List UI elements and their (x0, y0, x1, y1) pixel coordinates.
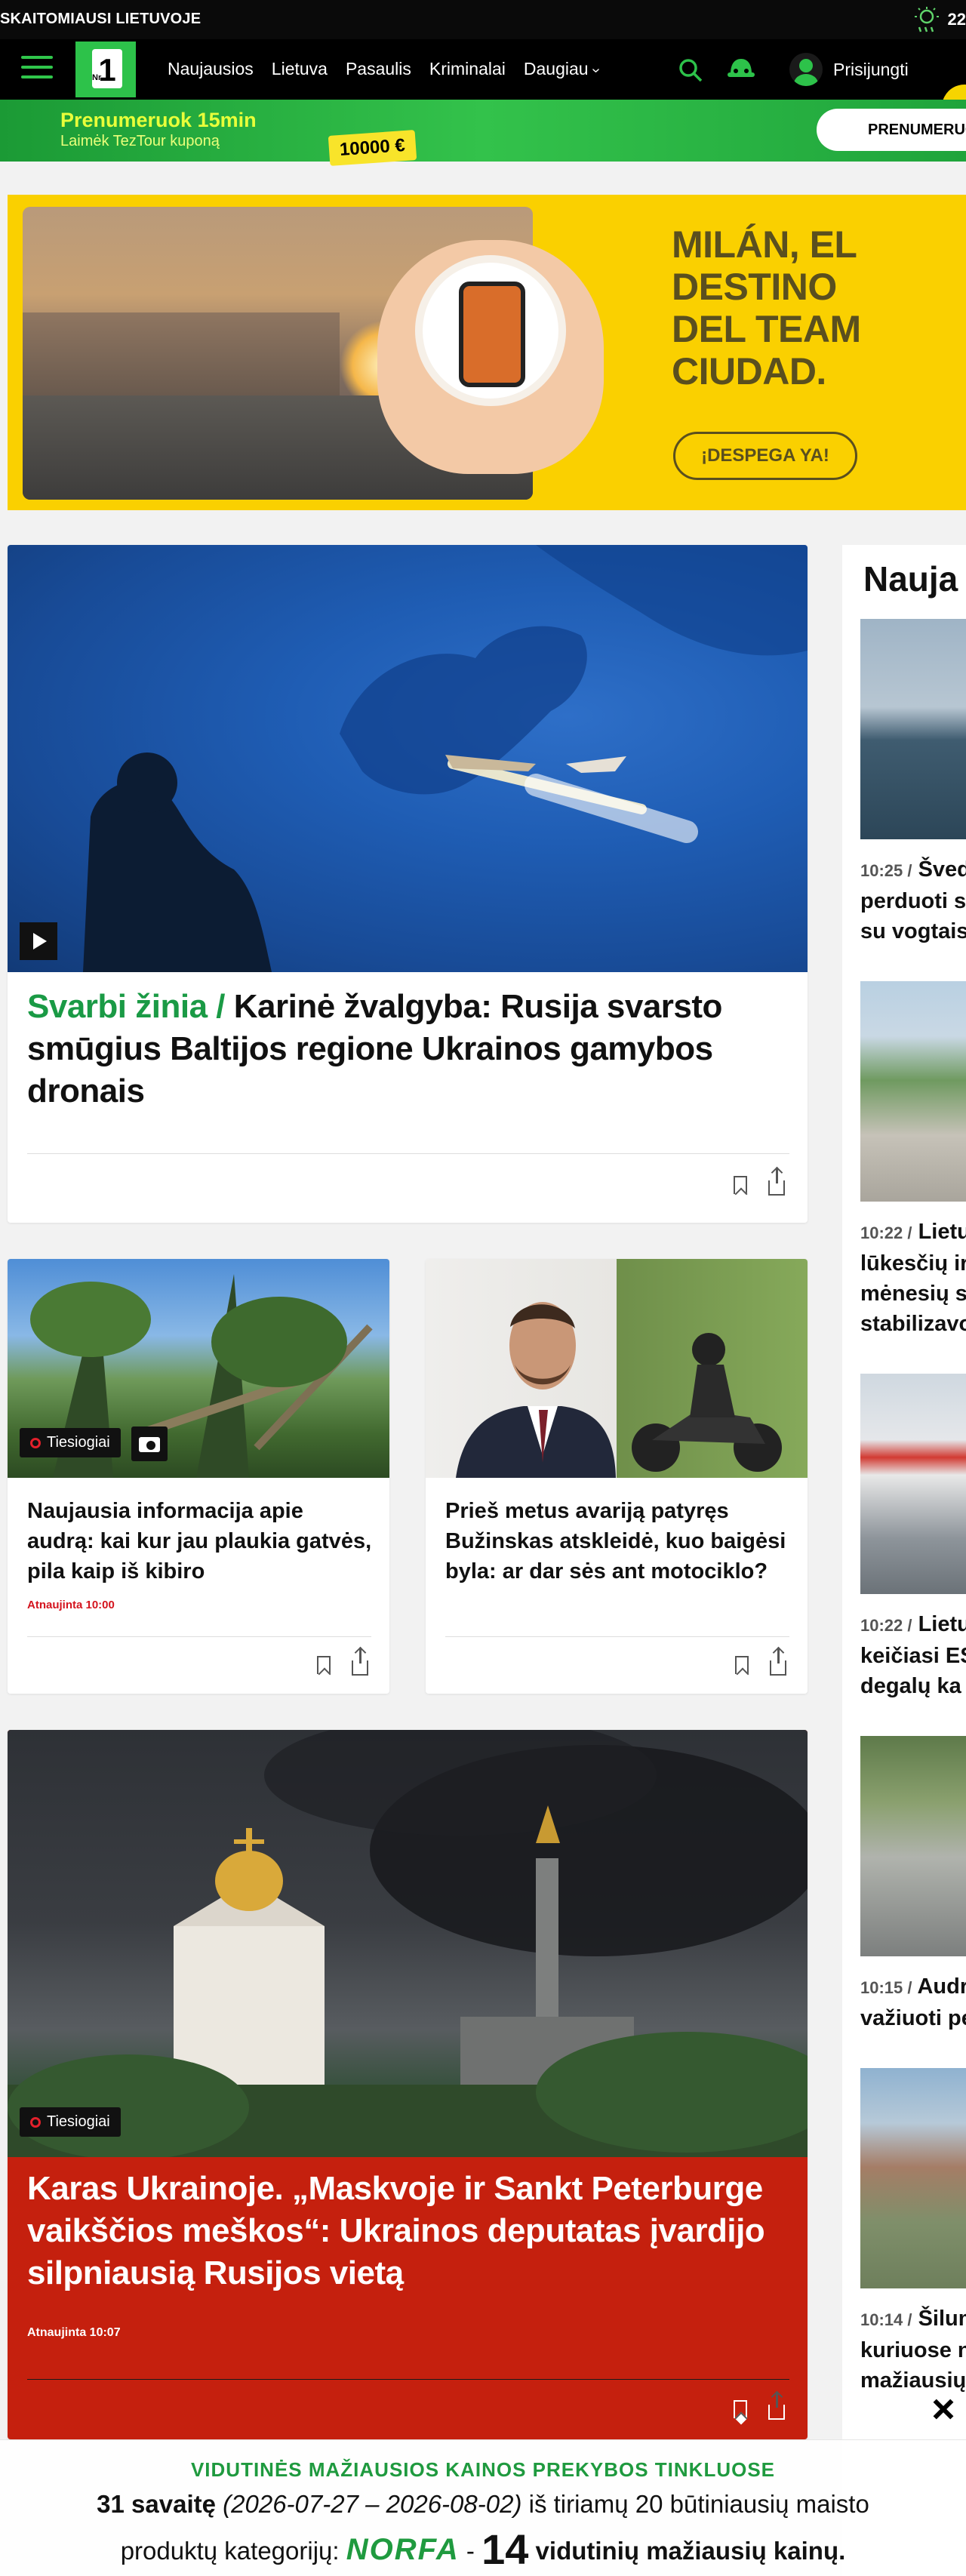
live-dot-icon (30, 2116, 41, 2128)
live-dot-icon (30, 1437, 41, 1448)
popup-line-2: produktų kategorijų: NORFA - 14 vidutini… (120, 2525, 846, 2573)
live-badge: Tiesiogiai (20, 1428, 121, 1457)
promo-prize-tag: 10000 € (328, 130, 417, 166)
subscribe-button[interactable]: PRENUMERUO (817, 109, 966, 151)
share-icon[interactable] (770, 1648, 786, 1676)
subscription-promo[interactable]: Prenumeruok 15min Laimėk TezTour kuponą … (0, 100, 966, 166)
article-card-buzinskas[interactable]: Prieš metus avariją patyręs Bužinskas at… (426, 1259, 808, 1694)
bookmark-icon[interactable] (734, 1176, 747, 1194)
ad-banner[interactable]: MILÁN, EL DESTINO DEL TEAM CIUDAD. ¡DESP… (8, 195, 966, 510)
popup-count: 14 (481, 2525, 529, 2573)
updated-time: Atnaujinta 10:00 (27, 1599, 115, 1611)
nav-item-kriminalai[interactable]: Kriminalai (429, 59, 506, 79)
hero-headline[interactable]: Svarbi žinia / Karinė žvalgyba: Rusija s… (27, 986, 789, 1113)
ad-cta-button[interactable]: ¡DESPEGA YA! (673, 432, 857, 480)
top-strip: SKAITOMIAUSI LIETUVOJE 22 (0, 0, 966, 39)
news-thumb[interactable] (860, 981, 966, 1202)
article-title[interactable]: Prieš metus avariją patyręs Bužinskas at… (445, 1496, 792, 1587)
nav-item-lietuva[interactable]: Lietuva (272, 59, 328, 79)
live-badge: Tiesiogiai (20, 2107, 121, 2137)
popup-line-1: 31 savaitę (2026-07-27 – 2026-08-02) iš … (97, 2490, 869, 2518)
main-nav: 1 Nr. Naujausios Lietuva Pasaulis Krimin… (0, 39, 966, 130)
promo-subline: Laimėk TezTour kuponą (60, 133, 220, 149)
news-item[interactable]: 10:25 / Šved perduoti s su vogtais (860, 854, 966, 946)
camera-icon (131, 1426, 168, 1461)
red-feature-article[interactable]: Tiesiogiai Karas Ukrainoje. „Maskvoje ir… (8, 1730, 808, 2439)
weather-widget[interactable]: 22 (912, 6, 966, 33)
red-article-title[interactable]: Karas Ukrainoje. „Maskvoje ir Sankt Pete… (27, 2168, 782, 2294)
nav-item-pasaulis[interactable]: Pasaulis (346, 59, 411, 79)
share-icon[interactable] (768, 2393, 785, 2420)
incognito-icon[interactable] (726, 56, 756, 83)
news-item[interactable]: 10:22 / Lietu keičiasi ES degalų ka (860, 1609, 966, 1701)
login-label: Prisijungti (833, 59, 909, 79)
news-thumb[interactable] (860, 1736, 966, 1956)
article-title[interactable]: Naujausia informacija apie audrą: kai ku… (27, 1496, 374, 1587)
price-popup-banner[interactable]: VIDUTINĖS MAŽIAUSIOS KAINOS PREKYBOS TIN… (0, 2439, 966, 2576)
news-item[interactable]: 10:15 / Audr važiuoti pe (860, 1971, 966, 2033)
news-thumb[interactable] (860, 619, 966, 839)
menu-icon[interactable] (21, 56, 53, 83)
popup-title: VIDUTINĖS MAŽIAUSIOS KAINOS PREKYBOS TIN… (190, 2458, 776, 2481)
sidebar-heading: Nauja (863, 559, 958, 599)
video-play-icon[interactable] (20, 922, 57, 960)
bookmark-icon[interactable] (317, 1656, 331, 1674)
login-button[interactable]: Prisijungti (789, 53, 909, 86)
updated-time: Atnaujinta 10:07 (27, 2326, 121, 2339)
temperature: 22 (947, 10, 966, 29)
nav-links: Naujausios Lietuva Pasaulis Kriminalai D… (168, 59, 598, 79)
hero-article[interactable]: Svarbi žinia / Karinė žvalgyba: Rusija s… (8, 545, 808, 1223)
close-icon[interactable] (927, 2393, 960, 2426)
site-logo[interactable]: 1 Nr. (75, 42, 136, 97)
nav-item-naujausios[interactable]: Naujausios (168, 59, 254, 79)
news-thumb[interactable] (860, 1374, 966, 1594)
user-icon (789, 53, 823, 86)
norfa-logo: NORFA (346, 2533, 460, 2566)
news-thumb[interactable] (860, 2068, 966, 2288)
search-icon[interactable] (678, 57, 703, 83)
bookmark-icon[interactable] (735, 1656, 749, 1674)
logo-number: 1 (92, 49, 122, 88)
latest-news-sidebar: Nauja 10:25 / Šved perduoti s su vogtais… (842, 545, 966, 2576)
article-card-storm[interactable]: Tiesiogiai Naujausia informacija apie au… (8, 1259, 389, 1694)
share-icon[interactable] (768, 1168, 785, 1196)
news-item[interactable]: 10:14 / Šilum kuriuose n mažiausių (860, 2304, 966, 2396)
ad-phone-illustration (459, 282, 525, 387)
bookmark-icon[interactable] (734, 2400, 747, 2418)
logo-sub: Nr. (92, 73, 103, 82)
news-item[interactable]: 10:22 / Lietu lūkesčių ir mėnesių s stab… (860, 1217, 966, 1339)
weather-icon (914, 7, 939, 32)
buzinskas-image (426, 1259, 808, 1478)
nav-item-daugiau[interactable]: Daugiau (524, 59, 598, 79)
site-slogan: SKAITOMIAUSI LIETUVOJE (0, 11, 202, 27)
ad-headline: MILÁN, EL DESTINO DEL TEAM CIUDAD. (672, 223, 861, 392)
smoke-image (8, 1730, 808, 2157)
hero-kicker: Svarbi žinia / (27, 988, 225, 1025)
hero-image (8, 545, 808, 972)
promo-headline: Prenumeruok 15min (60, 109, 257, 131)
share-icon[interactable] (352, 1648, 368, 1676)
